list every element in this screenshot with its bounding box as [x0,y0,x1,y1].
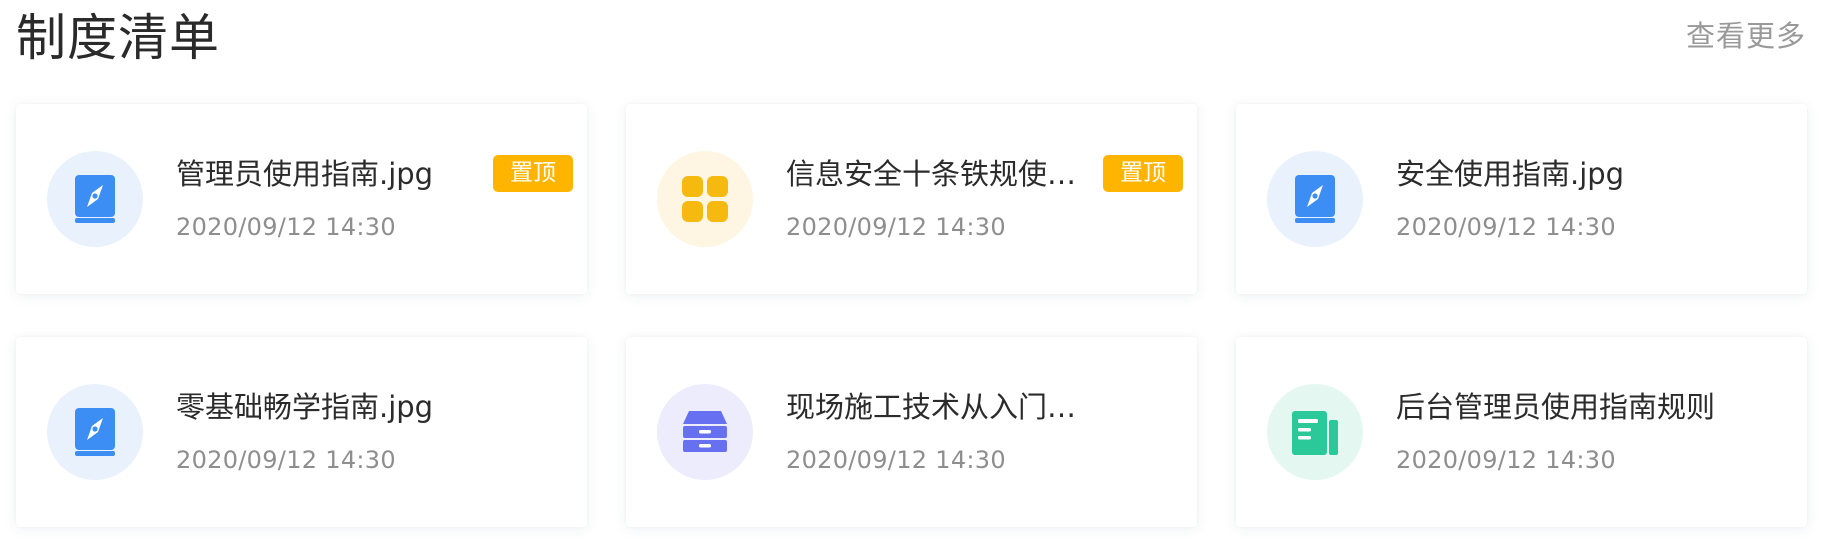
document-card[interactable]: 安全使用指南.jpg 2020/09/12 14:30 [1236,104,1807,294]
document-date: 2020/09/12 14:30 [786,213,1006,241]
document-icon [1267,384,1363,480]
book-compass-icon [47,384,143,480]
document-date: 2020/09/12 14:30 [1396,446,1616,474]
document-card[interactable]: 后台管理员使用指南规则 2020/09/12 14:30 [1236,337,1807,527]
document-card[interactable]: 信息安全十条铁规使用… 2020/09/12 14:30 置顶 [626,104,1197,294]
document-date: 2020/09/12 14:30 [176,446,396,474]
document-card[interactable]: 零基础畅学指南.jpg 2020/09/12 14:30 [16,337,587,527]
document-date: 2020/09/12 14:30 [176,213,396,241]
document-card[interactable]: 管理员使用指南.jpg 2020/09/12 14:30 置顶 [16,104,587,294]
document-title: 现场施工技术从入门到… [786,390,1101,424]
document-title: 后台管理员使用指南规则 [1396,390,1716,424]
view-more-link[interactable]: 查看更多 [1686,16,1806,56]
pinned-badge: 置顶 [493,155,573,192]
document-title: 管理员使用指南.jpg [176,157,434,191]
document-date: 2020/09/12 14:30 [786,446,1006,474]
section-title: 制度清单 [16,9,220,67]
document-title: 安全使用指南.jpg [1396,157,1625,191]
document-title: 零基础畅学指南.jpg [176,390,434,424]
document-grid: 管理员使用指南.jpg 2020/09/12 14:30 置顶 信息安全十条铁规… [16,104,1807,527]
book-compass-icon [47,151,143,247]
document-title: 信息安全十条铁规使用… [786,157,1101,191]
book-compass-icon [1267,151,1363,247]
grid-apps-icon [657,151,753,247]
document-date: 2020/09/12 14:30 [1396,213,1616,241]
pinned-badge: 置顶 [1103,155,1183,192]
document-card[interactable]: 现场施工技术从入门到… 2020/09/12 14:30 [626,337,1197,527]
drawer-cabinet-icon [657,384,753,480]
